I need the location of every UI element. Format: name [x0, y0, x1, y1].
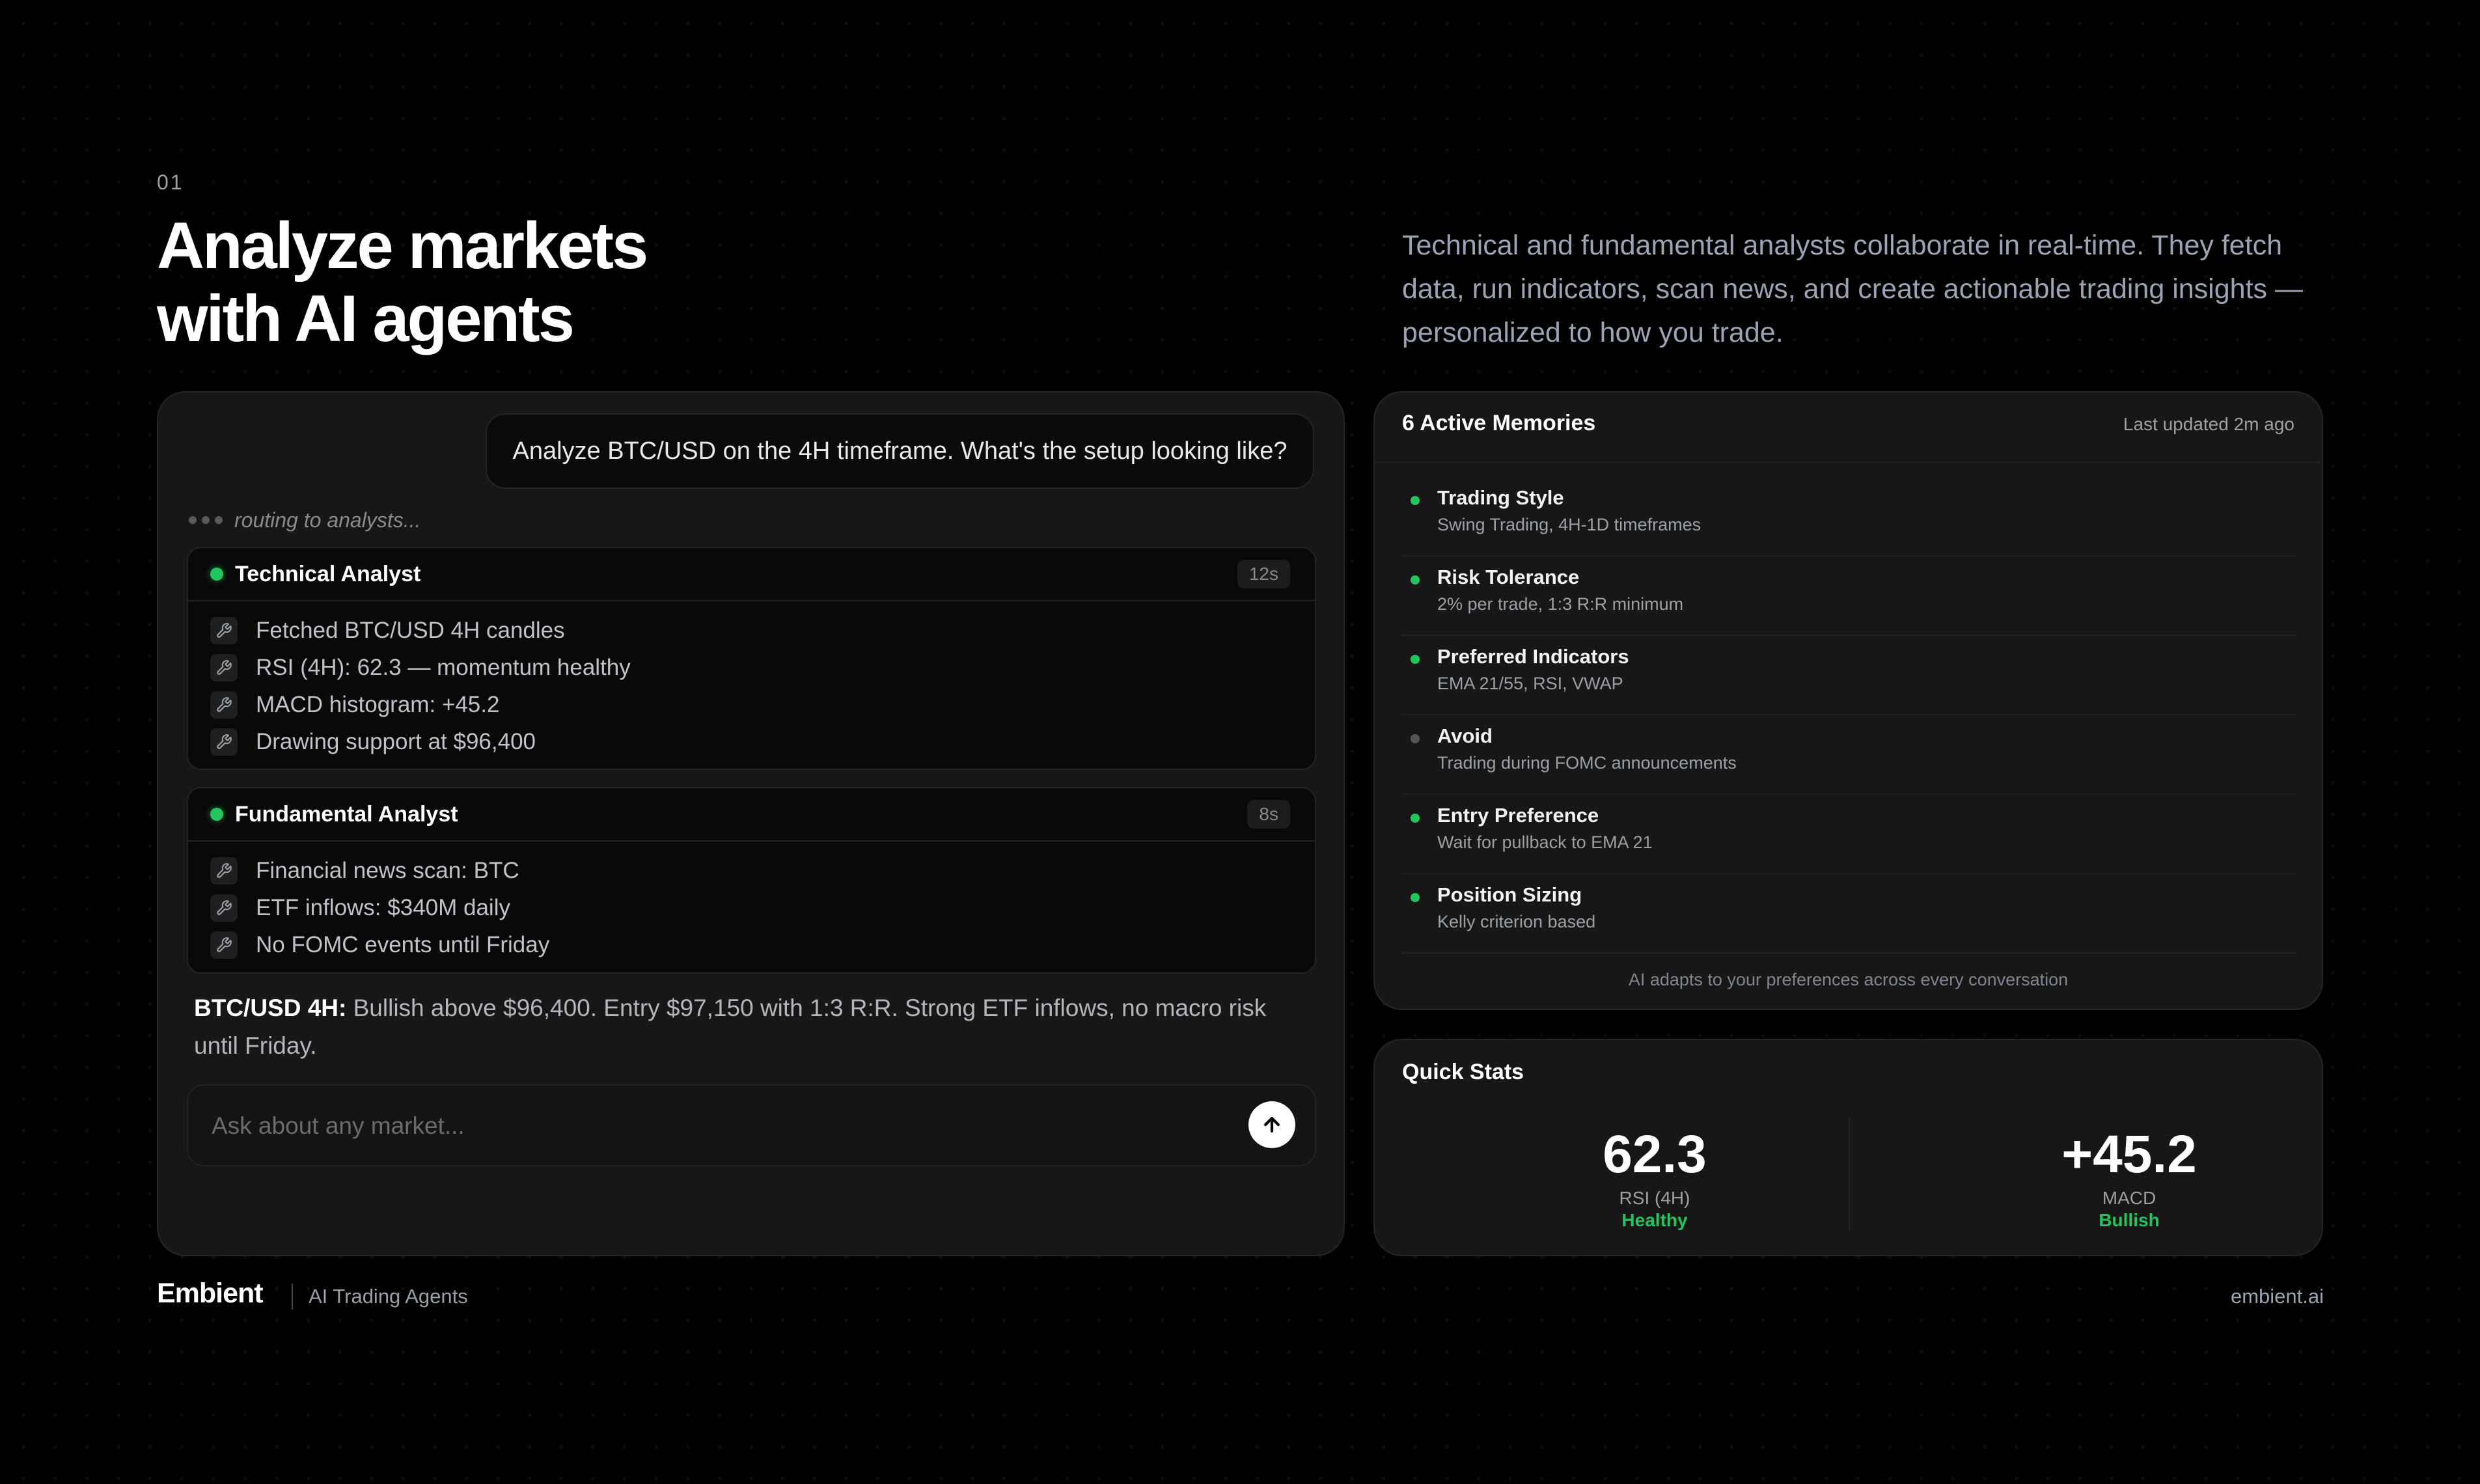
memory-label: Avoid	[1437, 724, 1493, 747]
agent-header: Technical Analyst 12s	[188, 548, 1315, 601]
memory-value: Swing Trading, 4H-1D timeframes	[1437, 515, 1702, 534]
hero-title: Analyze markets with AI agents	[157, 210, 1068, 355]
typing-dots-icon	[189, 516, 223, 524]
quick-stats-title: Quick Stats	[1402, 1060, 1524, 1084]
summary-text: Bullish above $96,400. Entry $97,150 wit…	[194, 995, 1267, 1059]
wrench-icon	[210, 691, 238, 719]
status-dot-icon	[1411, 575, 1420, 584]
agent-step-text: Fetched BTC/USD 4H candles	[256, 617, 565, 643]
summary-label: BTC/USD 4H:	[194, 995, 347, 1021]
brand-tagline: AI Trading Agents	[309, 1285, 468, 1308]
user-message: Analyze BTC/USD on the 4H timeframe. Wha…	[486, 413, 1314, 489]
agent-name: Fundamental Analyst	[235, 801, 458, 827]
website-link[interactable]: embient.ai	[2231, 1285, 2324, 1308]
wrench-icon	[210, 728, 238, 756]
market-query-input[interactable]	[210, 1086, 1189, 1166]
arrow-up-icon	[1263, 1116, 1280, 1133]
brand-logo[interactable]: Embient	[157, 1278, 264, 1310]
stat-value: 62.3	[1603, 1125, 1707, 1184]
status-dot-icon	[210, 568, 223, 581]
chat-input-bar	[187, 1084, 1316, 1166]
stat-macd: +45.2 MACD Bullish	[1934, 1125, 2324, 1231]
status-dot-icon	[1411, 734, 1420, 743]
hero-description: Technical and fundamental analysts colla…	[1402, 230, 2303, 348]
divider	[1849, 1117, 1850, 1231]
status-dot-icon	[1411, 496, 1420, 505]
memory-item: Preferred Indicators EMA 21/55, RSI, VWA…	[1402, 636, 2296, 715]
memory-value: Trading during FOMC announcements	[1437, 753, 1737, 773]
hero-title-line-2: with AI agents	[157, 282, 575, 355]
routing-indicator: routing to analysts...	[189, 506, 420, 534]
agent-step-text: No FOMC events until Friday	[256, 931, 550, 957]
status-dot-icon	[1411, 893, 1420, 902]
agent-step: RSI (4H): 62.3 — momentum healthy	[210, 649, 1315, 686]
memory-label: Risk Tolerance	[1437, 566, 1580, 588]
section-number: 01	[157, 171, 184, 194]
memory-label: Preferred Indicators	[1437, 645, 1629, 668]
routing-text: routing to analysts...	[234, 508, 421, 532]
memory-item: Position Sizing Kelly criterion based	[1402, 874, 2296, 954]
memories-list: Trading Style Swing Trading, 4H-1D timef…	[1402, 477, 2296, 954]
memories-footer-note: AI adapts to your preferences across eve…	[1628, 970, 2069, 989]
agent-duration-badge: 12s	[1237, 560, 1290, 588]
memory-value: Kelly criterion based	[1437, 912, 1596, 931]
agent-step-text: ETF inflows: $340M daily	[256, 894, 510, 920]
hero-title-line-1: Analyze markets	[157, 210, 648, 282]
agent-step-text: RSI (4H): 62.3 — momentum healthy	[256, 654, 631, 680]
memory-item: Avoid Trading during FOMC announcements	[1402, 715, 2296, 795]
stat-label: RSI (4H)	[1619, 1188, 1690, 1208]
agent-step: Fetched BTC/USD 4H candles	[210, 612, 1315, 649]
quick-stats-panel: Quick Stats 62.3 RSI (4H) Healthy +45.2 …	[1373, 1039, 2323, 1256]
memory-value: EMA 21/55, RSI, VWAP	[1437, 674, 1623, 693]
wrench-icon	[210, 653, 238, 681]
agent-step-text: Drawing support at $96,400	[256, 728, 536, 754]
status-dot-icon	[1411, 655, 1420, 664]
agent-steps: Financial news scan: BTC ETF inflows: $3…	[188, 842, 1315, 963]
agent-step-text: Financial news scan: BTC	[256, 857, 519, 883]
chat-panel: Analyze BTC/USD on the 4H timeframe. Wha…	[157, 391, 1345, 1256]
stat-status: Bullish	[2099, 1210, 2160, 1230]
memory-item: Risk Tolerance 2% per trade, 1:3 R:R min…	[1402, 556, 2296, 636]
divider	[292, 1284, 293, 1310]
wrench-icon	[210, 894, 238, 922]
divider	[1376, 461, 2321, 463]
status-dot-icon	[210, 808, 223, 821]
agent-step: ETF inflows: $340M daily	[210, 889, 1315, 926]
memories-title: 6 Active Memories	[1402, 411, 1596, 435]
memory-value: 2% per trade, 1:3 R:R minimum	[1437, 594, 1684, 614]
memory-label: Trading Style	[1437, 486, 1564, 509]
memory-item: Entry Preference Wait for pullback to EM…	[1402, 795, 2296, 874]
wrench-icon	[210, 931, 238, 959]
memories-updated-time: Last updated 2m ago	[2123, 414, 2294, 434]
stat-label: MACD	[2102, 1188, 2156, 1208]
stat-rsi: 62.3 RSI (4H) Healthy	[1459, 1125, 1850, 1231]
memory-item: Trading Style Swing Trading, 4H-1D timef…	[1402, 477, 2296, 556]
memory-value: Wait for pullback to EMA 21	[1437, 832, 1653, 852]
stat-value: +45.2	[2061, 1125, 2197, 1184]
agent-header: Fundamental Analyst 8s	[188, 788, 1315, 842]
wrench-icon	[210, 857, 238, 885]
fundamental-analyst-card: Fundamental Analyst 8s Financial news sc…	[187, 787, 1316, 974]
analysis-summary: BTC/USD 4H: Bullish above $96,400. Entry…	[194, 989, 1294, 1065]
agent-duration-badge: 8s	[1247, 800, 1290, 829]
technical-analyst-card: Technical Analyst 12s Fetched BTC/USD 4H…	[187, 547, 1316, 770]
agent-name: Technical Analyst	[235, 561, 421, 586]
agent-step: Drawing support at $96,400	[210, 723, 1315, 760]
memory-label: Entry Preference	[1437, 804, 1599, 827]
agent-steps: Fetched BTC/USD 4H candles RSI (4H): 62.…	[188, 601, 1315, 760]
stat-status: Healthy	[1621, 1210, 1688, 1230]
status-dot-icon	[1411, 814, 1420, 823]
memory-label: Position Sizing	[1437, 883, 1582, 906]
agent-step: No FOMC events until Friday	[210, 926, 1315, 963]
agent-step: MACD histogram: +45.2	[210, 686, 1315, 723]
agent-step-text: MACD histogram: +45.2	[256, 691, 500, 717]
agent-step: Financial news scan: BTC	[210, 852, 1315, 889]
wrench-icon	[210, 616, 238, 644]
send-button[interactable]	[1248, 1101, 1295, 1148]
memories-panel: 6 Active Memories Last updated 2m ago Tr…	[1373, 391, 2323, 1010]
